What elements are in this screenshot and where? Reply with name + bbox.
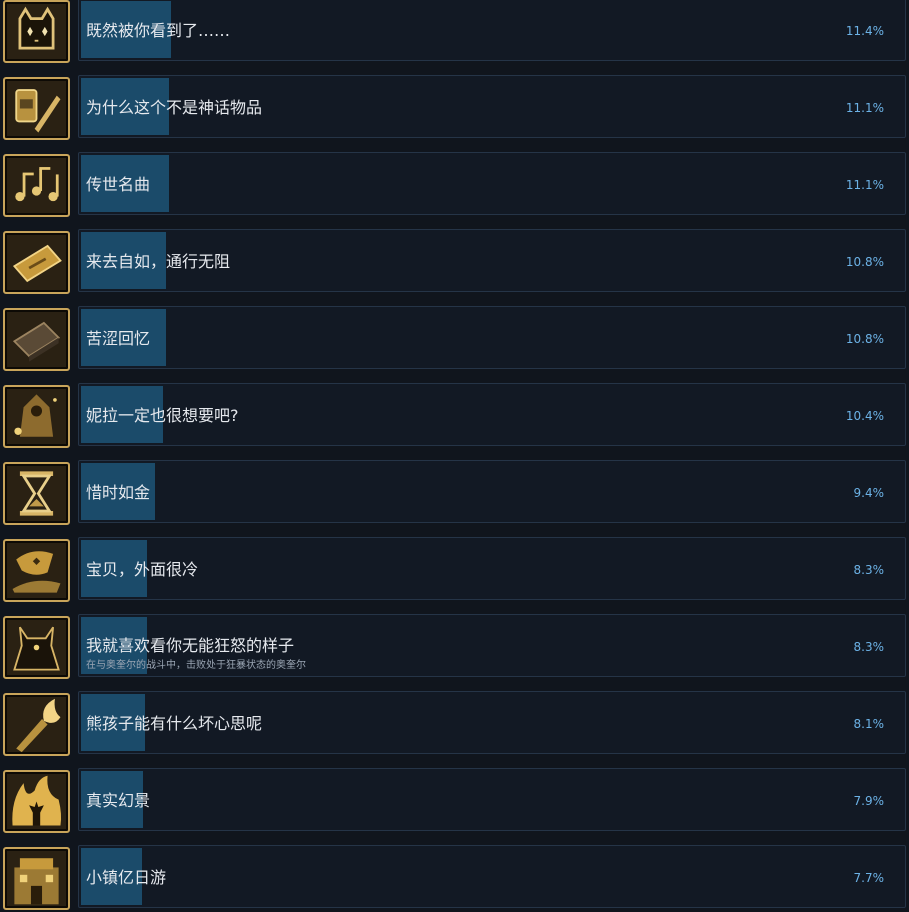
achievement-title: 真实幻景 bbox=[86, 791, 151, 810]
unlock-percent: 8.3% bbox=[853, 640, 885, 654]
achievement-panel: 传世名曲 11.1% bbox=[78, 152, 906, 215]
building-icon bbox=[3, 847, 70, 910]
music-notes-icon bbox=[3, 154, 70, 217]
unlock-percent: 8.1% bbox=[853, 717, 885, 731]
achievement-row[interactable]: 宝贝，外面很冷 8.3% bbox=[0, 537, 909, 604]
achievement-row[interactable]: 小镇亿日游 7.7% bbox=[0, 845, 909, 912]
achievement-panel: 妮拉一定也很想要吧? 10.4% bbox=[78, 383, 906, 446]
achievement-title: 惜时如金 bbox=[86, 483, 151, 502]
unlock-percent: 10.4% bbox=[845, 409, 884, 423]
achievement-row[interactable]: 既然被你看到了…… 11.4% bbox=[0, 0, 909, 65]
hourglass-icon bbox=[3, 462, 70, 525]
unlock-percent: 8.3% bbox=[853, 563, 885, 577]
achievement-panel: 真实幻景 7.9% bbox=[78, 768, 906, 831]
achievement-title: 苦涩回忆 bbox=[86, 329, 151, 348]
achievement-title: 妮拉一定也很想要吧? bbox=[86, 406, 239, 425]
unlock-percent: 10.8% bbox=[845, 255, 884, 269]
jar-sword-icon bbox=[3, 77, 70, 140]
achievement-row[interactable]: 来去自如，通行无阻 10.8% bbox=[0, 229, 909, 296]
achievement-row[interactable]: 真实幻景 7.9% bbox=[0, 768, 909, 835]
achievement-description: 在与奥奎尔的战斗中，击败处于狂暴状态的奥奎尔 bbox=[86, 660, 306, 671]
unlock-percent: 11.1% bbox=[845, 178, 884, 192]
hooded-figure-icon bbox=[3, 385, 70, 448]
achievement-panel: 既然被你看到了…… 11.4% bbox=[78, 0, 906, 61]
cloak-icon bbox=[3, 539, 70, 602]
achievement-panel: 惜时如金 9.4% bbox=[78, 460, 906, 523]
achievement-list: 既然被你看到了…… 11.4% 为什么这个不是神话物品 11.1% 传世名曲 1… bbox=[0, 0, 909, 912]
achievement-title: 我就喜欢看你无能狂怒的样子 bbox=[86, 636, 295, 655]
ticket-icon bbox=[3, 231, 70, 294]
achievement-row[interactable]: 传世名曲 11.1% bbox=[0, 152, 909, 219]
achievement-panel: 为什么这个不是神话物品 11.1% bbox=[78, 75, 906, 138]
achievement-row[interactable]: 我就喜欢看你无能狂怒的样子 在与奥奎尔的战斗中，击败处于狂暴状态的奥奎尔 8.3… bbox=[0, 614, 909, 681]
cat-sparkle-icon bbox=[3, 0, 70, 63]
demon-silhouette-icon bbox=[3, 616, 70, 679]
achievement-title: 宝贝，外面很冷 bbox=[86, 560, 199, 579]
achievement-title: 为什么这个不是神话物品 bbox=[86, 98, 263, 117]
achievement-row[interactable]: 熊孩子能有什么坏心思呢 8.1% bbox=[0, 691, 909, 758]
achievement-row[interactable]: 苦涩回忆 10.8% bbox=[0, 306, 909, 373]
unlock-percent: 7.9% bbox=[853, 794, 885, 808]
achievement-title: 既然被你看到了…… bbox=[86, 21, 231, 40]
unlock-percent: 11.1% bbox=[845, 101, 884, 115]
achievement-panel: 苦涩回忆 10.8% bbox=[78, 306, 906, 369]
achievement-panel: 宝贝，外面很冷 8.3% bbox=[78, 537, 906, 600]
achievement-row[interactable]: 妮拉一定也很想要吧? 10.4% bbox=[0, 383, 909, 450]
unlock-percent: 9.4% bbox=[853, 486, 885, 500]
achievement-row[interactable]: 为什么这个不是神话物品 11.1% bbox=[0, 75, 909, 142]
achievement-row[interactable]: 惜时如金 9.4% bbox=[0, 460, 909, 527]
achievement-panel: 我就喜欢看你无能狂怒的样子 在与奥奎尔的战斗中，击败处于狂暴状态的奥奎尔 8.3… bbox=[78, 614, 906, 677]
achievement-title: 来去自如，通行无阻 bbox=[86, 252, 231, 271]
fire-figure-icon bbox=[3, 770, 70, 833]
achievement-panel: 小镇亿日游 7.7% bbox=[78, 845, 906, 908]
achievement-panel: 熊孩子能有什么坏心思呢 8.1% bbox=[78, 691, 906, 754]
achievement-title: 熊孩子能有什么坏心思呢 bbox=[86, 714, 263, 733]
unlock-percent: 7.7% bbox=[853, 871, 885, 885]
book-icon bbox=[3, 308, 70, 371]
achievement-title: 小镇亿日游 bbox=[86, 868, 167, 887]
achievement-title: 传世名曲 bbox=[86, 175, 151, 194]
torch-icon bbox=[3, 693, 70, 756]
unlock-percent: 10.8% bbox=[845, 332, 884, 346]
unlock-percent: 11.4% bbox=[845, 24, 884, 38]
achievement-panel: 来去自如，通行无阻 10.8% bbox=[78, 229, 906, 292]
